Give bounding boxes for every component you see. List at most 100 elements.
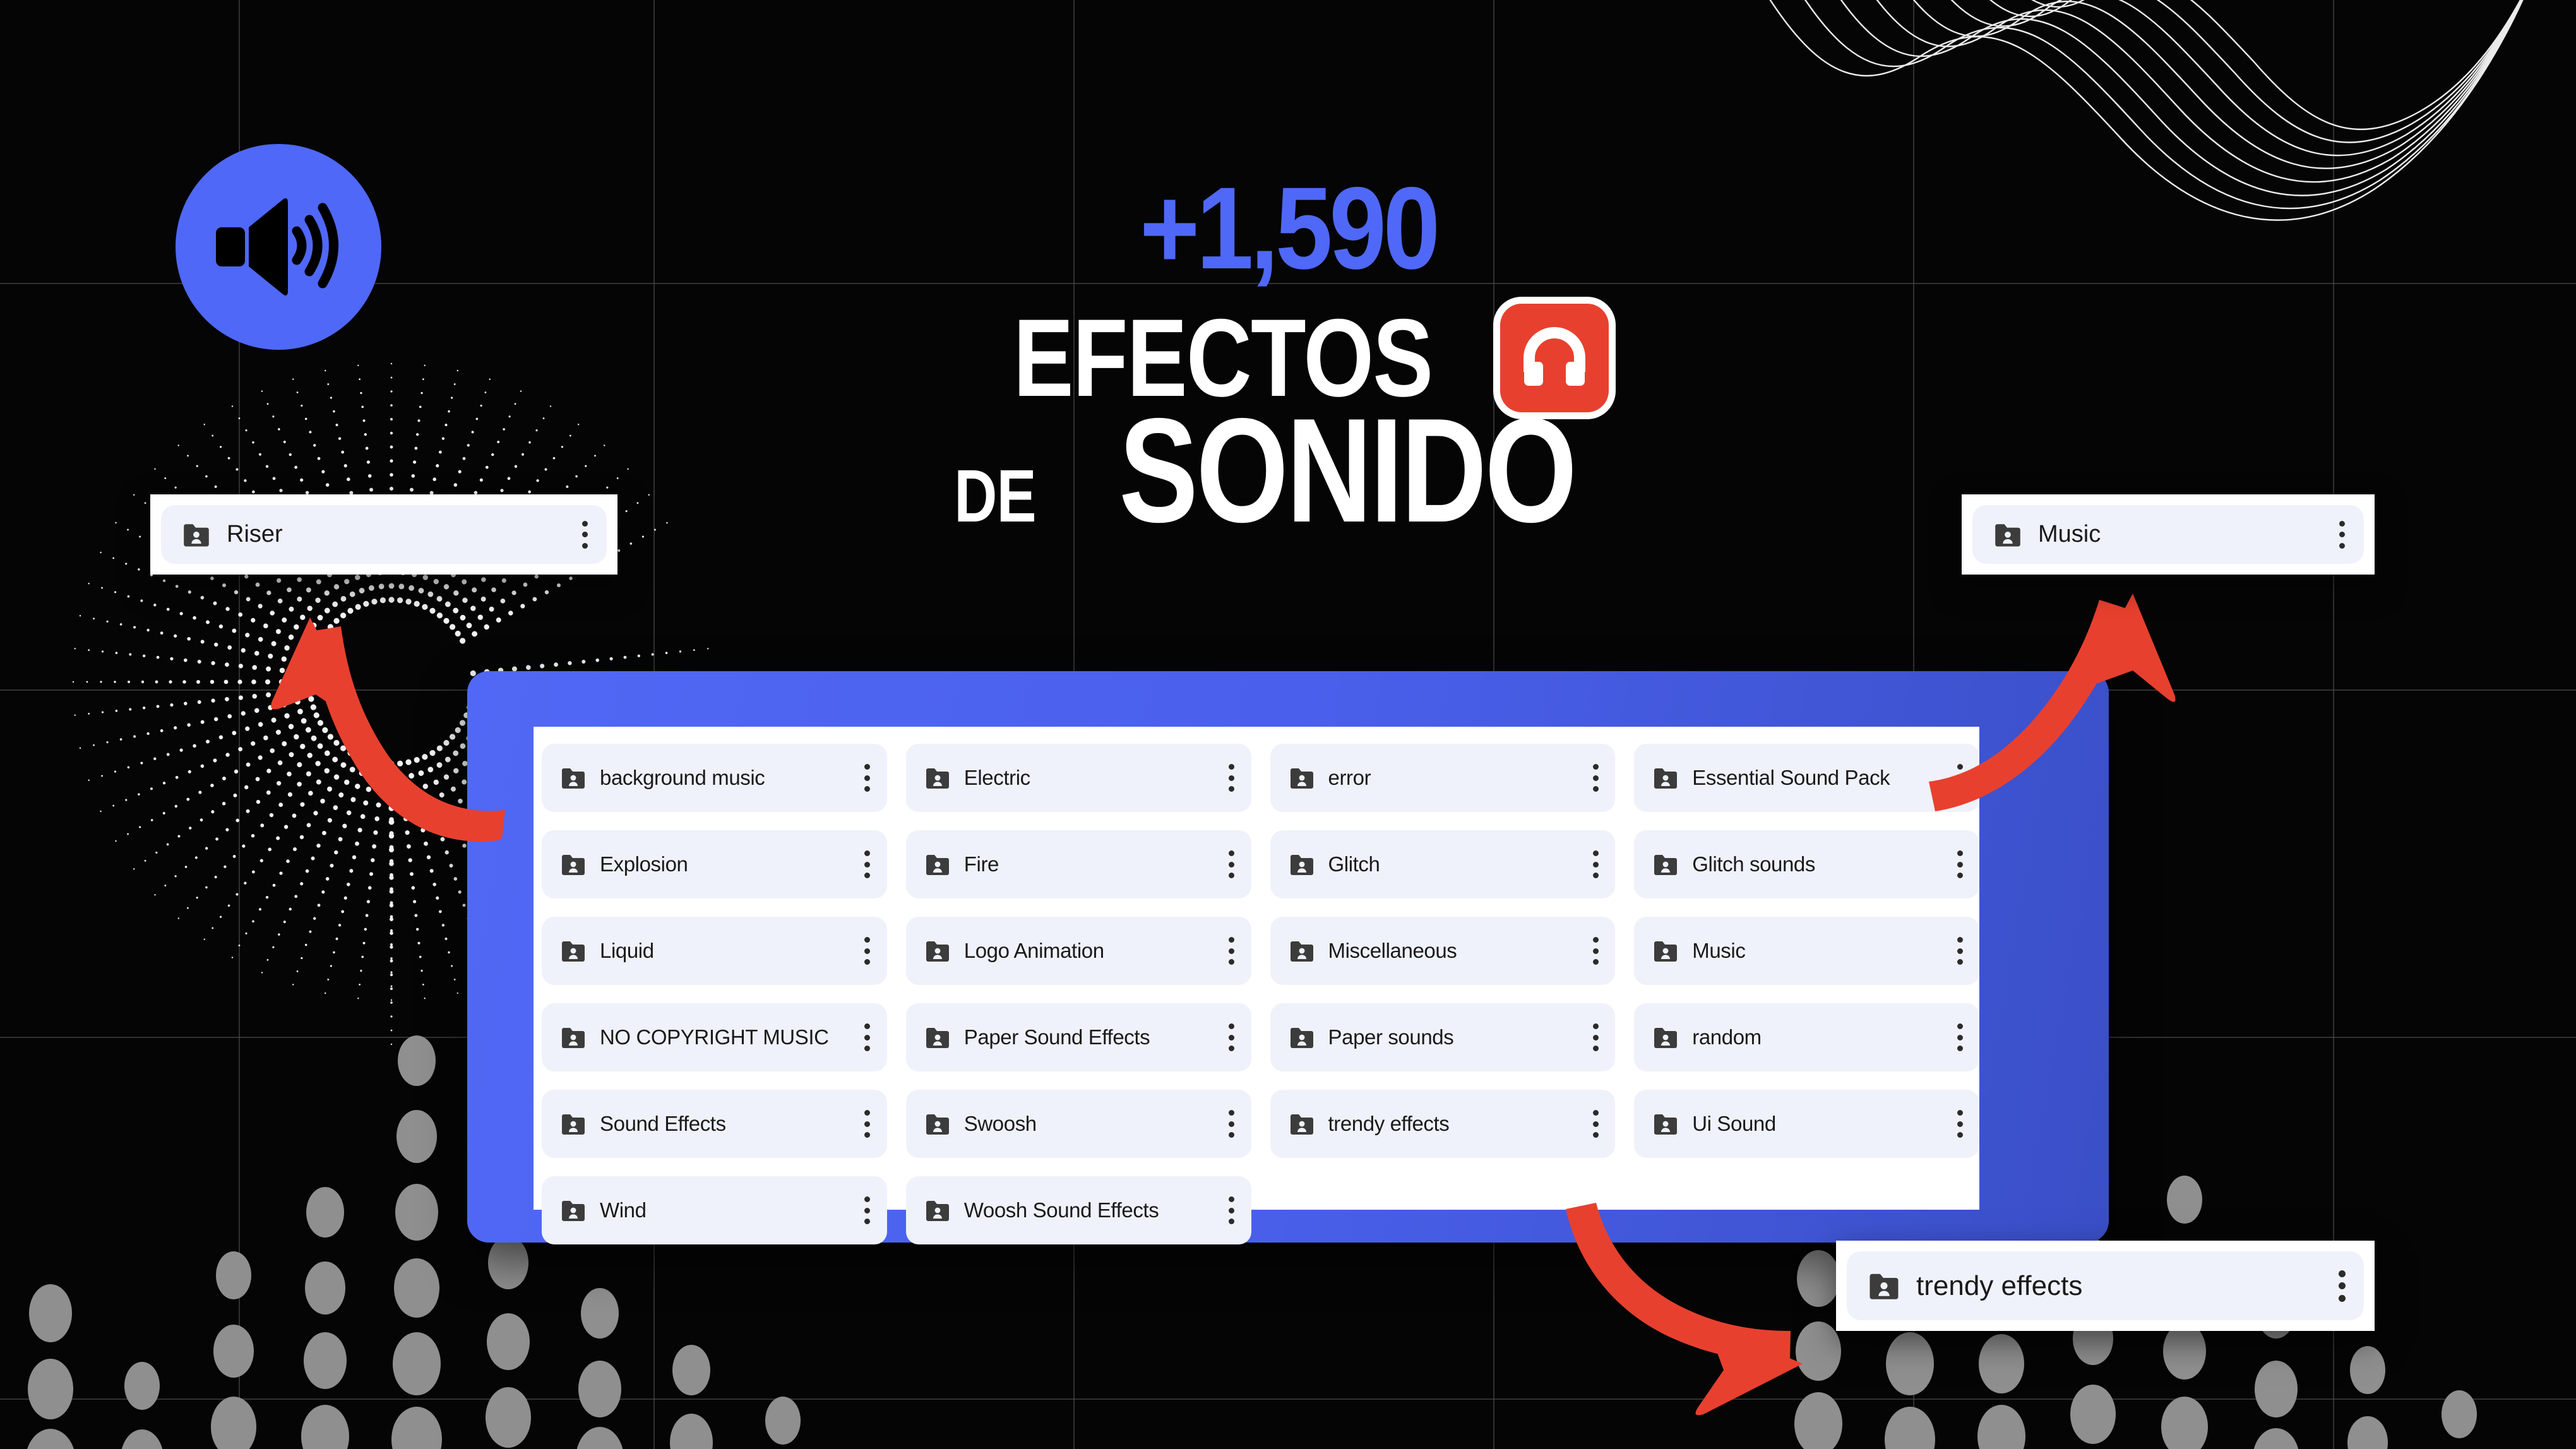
shared-folder-icon: [1653, 939, 1678, 962]
shared-folder-icon: [925, 939, 950, 962]
floating-card-trendy-effects-inner: trendy effects: [1847, 1251, 2364, 1320]
more-vertical-icon[interactable]: [581, 520, 588, 549]
folder-row[interactable]: trendy effects: [1270, 1090, 1616, 1158]
folder-row-label: error: [1328, 766, 1371, 789]
more-vertical-icon[interactable]: [2339, 520, 2345, 549]
folder-row[interactable]: Music: [1634, 917, 1979, 985]
shared-folder-icon: [925, 1199, 950, 1222]
more-vertical-icon[interactable]: [1229, 937, 1235, 965]
more-vertical-icon[interactable]: [1957, 1023, 1963, 1051]
folder-row[interactable]: background music: [542, 744, 887, 812]
poster-canvas: +1,590 EFECTOS DE SONIDO background musi…: [0, 0, 2576, 1449]
more-vertical-icon[interactable]: [864, 1023, 871, 1051]
folder-row-label: Paper sounds: [1328, 1025, 1454, 1049]
more-vertical-icon[interactable]: [1592, 937, 1599, 965]
folder-row[interactable]: Swoosh: [905, 1090, 1251, 1158]
more-vertical-icon[interactable]: [864, 1196, 871, 1224]
folder-row[interactable]: random: [1634, 1003, 1979, 1071]
folder-row[interactable]: Woosh Sound Effects: [905, 1176, 1251, 1244]
more-vertical-icon[interactable]: [1229, 1110, 1235, 1138]
more-vertical-icon[interactable]: [2338, 1270, 2346, 1302]
folder-row-label: random: [1692, 1025, 1762, 1049]
more-vertical-icon[interactable]: [1229, 764, 1235, 792]
folder-row[interactable]: Sound Effects: [542, 1090, 887, 1158]
folder-row-label: Swoosh: [963, 1112, 1037, 1135]
folder-row[interactable]: Essential Sound Pack: [1634, 744, 1979, 812]
shared-folder-icon: [561, 766, 586, 789]
shared-folder-icon: [561, 853, 586, 876]
folder-row-label: Glitch: [1328, 852, 1380, 876]
more-vertical-icon[interactable]: [864, 850, 871, 878]
folder-row[interactable]: Glitch sounds: [1634, 830, 1979, 898]
floating-card-trendy-effects-label: trendy effects: [1916, 1270, 2083, 1301]
de-text: DE: [953, 455, 1036, 538]
folder-row-label: Electric: [963, 766, 1030, 789]
more-vertical-icon[interactable]: [1957, 850, 1963, 878]
shared-folder-icon: [561, 1026, 586, 1049]
folder-row[interactable]: error: [1270, 744, 1616, 812]
more-vertical-icon[interactable]: [1592, 850, 1599, 878]
folder-row-label: Fire: [963, 852, 999, 876]
shared-folder-icon: [1289, 853, 1315, 876]
more-vertical-icon[interactable]: [1229, 1023, 1235, 1051]
shared-folder-icon: [925, 1112, 950, 1135]
more-vertical-icon[interactable]: [1592, 764, 1599, 792]
folder-row-label: Essential Sound Pack: [1692, 766, 1890, 789]
shared-folder-icon: [561, 939, 586, 962]
shared-folder-icon: [561, 1112, 586, 1135]
more-vertical-icon[interactable]: [864, 764, 871, 792]
folder-row-label: NO COPYRIGHT MUSIC: [600, 1025, 829, 1049]
folder-row[interactable]: NO COPYRIGHT MUSIC: [542, 1003, 887, 1071]
folder-row[interactable]: Miscellaneous: [1270, 917, 1616, 985]
shared-folder-icon: [925, 1026, 950, 1049]
folder-row[interactable]: Ui Sound: [1634, 1090, 1979, 1158]
shared-folder-icon: [1289, 1026, 1315, 1049]
folder-row[interactable]: Glitch: [1270, 830, 1616, 898]
floating-card-riser-inner: Riser: [161, 505, 607, 564]
folder-row[interactable]: Electric: [905, 744, 1251, 812]
shared-folder-icon: [1289, 766, 1315, 789]
folder-row-label: Woosh Sound Effects: [963, 1198, 1159, 1222]
folder-row[interactable]: Paper Sound Effects: [905, 1003, 1251, 1071]
folder-row-label: Glitch sounds: [1692, 852, 1815, 876]
folder-browser-panel: background music Electric error Essential S…: [467, 671, 2109, 1244]
folder-row[interactable]: Paper sounds: [1270, 1003, 1616, 1071]
shared-folder-icon: [1289, 1112, 1315, 1135]
more-vertical-icon[interactable]: [864, 937, 871, 965]
shared-folder-icon: [182, 522, 210, 547]
shared-folder-icon: [1994, 522, 2022, 547]
more-vertical-icon[interactable]: [1229, 850, 1235, 878]
folder-row-label: Explosion: [600, 852, 688, 876]
more-vertical-icon[interactable]: [1592, 1110, 1599, 1138]
folder-row[interactable]: Liquid: [542, 917, 887, 985]
floating-card-trendy-effects[interactable]: trendy effects: [1836, 1241, 2375, 1331]
floating-card-music-inner: Music: [1972, 505, 2364, 564]
folder-row[interactable]: Logo Animation: [905, 917, 1251, 985]
folder-row[interactable]: Explosion: [542, 830, 887, 898]
folder-grid: background music Electric error Essential S…: [534, 727, 1979, 1244]
folder-row-label: Liquid: [600, 939, 654, 962]
shared-folder-icon: [561, 1199, 586, 1222]
more-vertical-icon[interactable]: [1957, 1110, 1963, 1138]
more-vertical-icon[interactable]: [1592, 1023, 1599, 1051]
more-vertical-icon[interactable]: [864, 1110, 871, 1138]
more-vertical-icon[interactable]: [1957, 764, 1963, 792]
folder-row-label: background music: [600, 766, 765, 789]
folder-row-label: Music: [1692, 939, 1746, 962]
more-vertical-icon[interactable]: [1957, 937, 1963, 965]
floating-card-riser-label: Riser: [227, 521, 283, 547]
floating-card-music[interactable]: Music: [1962, 494, 2375, 575]
folder-row[interactable]: Wind: [542, 1176, 887, 1244]
folder-row[interactable]: Fire: [905, 830, 1251, 898]
floating-card-riser[interactable]: Riser: [150, 494, 617, 575]
shared-folder-icon: [1653, 1026, 1678, 1049]
headline-block: +1,590 EFECTOS DE SONIDO: [0, 170, 2576, 553]
more-vertical-icon[interactable]: [1229, 1196, 1235, 1224]
shared-folder-icon: [925, 766, 950, 789]
folder-row-label: trendy effects: [1328, 1112, 1450, 1135]
sonido-text: SONIDO: [1119, 387, 1578, 553]
folder-row-label: Miscellaneous: [1328, 939, 1457, 962]
folder-row-label: Ui Sound: [1692, 1112, 1776, 1135]
folder-row-label: Paper Sound Effects: [963, 1025, 1150, 1049]
headphone-icon: [1520, 323, 1589, 394]
